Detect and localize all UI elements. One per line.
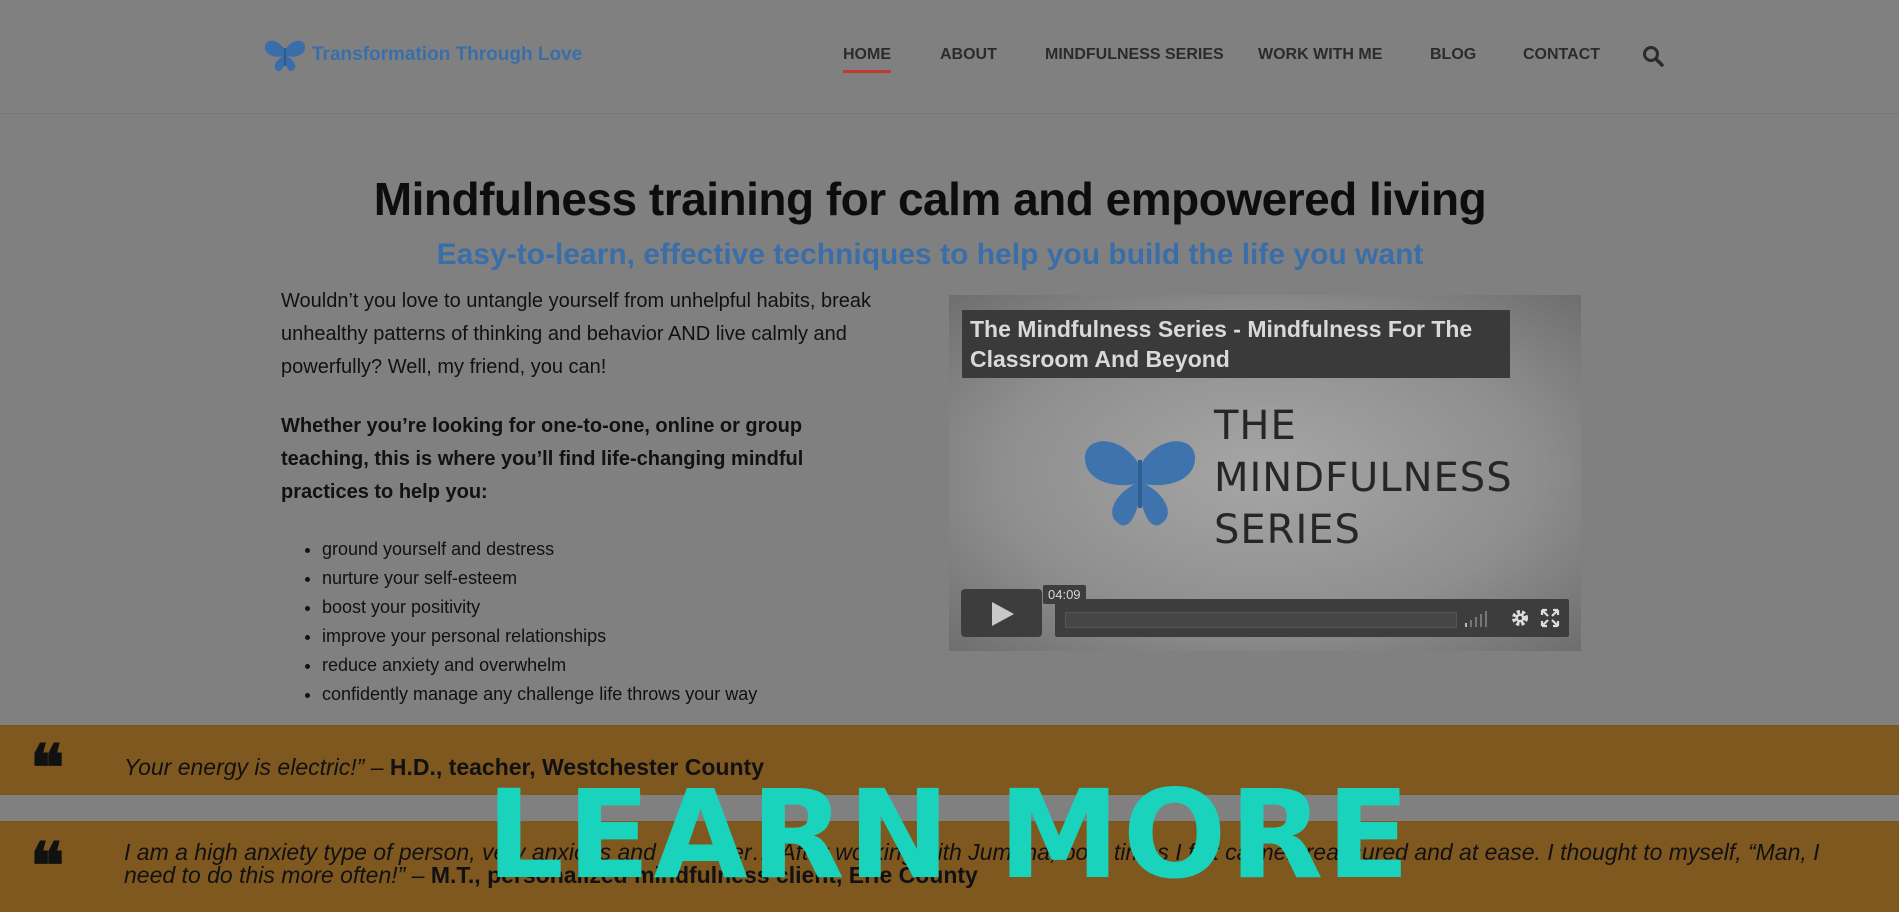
progress-bar[interactable] bbox=[1065, 612, 1457, 628]
benefit-item: ground yourself and destress bbox=[322, 535, 757, 564]
video-brand-line: MINDFULNESS bbox=[1214, 455, 1513, 501]
nav-about[interactable]: ABOUT bbox=[940, 46, 997, 64]
site-logo[interactable]: Transformation Through Love bbox=[262, 36, 582, 74]
volume-icon[interactable] bbox=[1463, 609, 1493, 627]
learn-more-button[interactable]: LEARN MORE bbox=[0, 770, 1899, 900]
play-button[interactable] bbox=[961, 589, 1042, 637]
benefit-item: nurture your self-esteem bbox=[322, 564, 757, 593]
nav-contact[interactable]: CONTACT bbox=[1523, 46, 1600, 64]
video-title[interactable]: The Mindfulness Series - Mindfulness For… bbox=[962, 310, 1510, 378]
benefits-list: ground yourself and destress nurture you… bbox=[298, 535, 757, 709]
nav-work-with-me[interactable]: WORK WITH ME bbox=[1258, 46, 1382, 64]
video-brand-line: SERIES bbox=[1214, 507, 1361, 553]
search-icon[interactable] bbox=[1642, 45, 1664, 67]
benefit-item: improve your personal relationships bbox=[322, 622, 757, 651]
benefit-item: boost your positivity bbox=[322, 593, 757, 622]
butterfly-icon bbox=[1084, 441, 1196, 526]
site-logo-text: Transformation Through Love bbox=[312, 44, 583, 65]
video-brand-line: THE bbox=[1214, 403, 1297, 449]
page-title: Mindfulness training for calm and empowe… bbox=[373, 173, 1487, 225]
video-player[interactable]: The Mindfulness Series - Mindfulness For… bbox=[949, 295, 1581, 651]
nav-blog[interactable]: BLOG bbox=[1430, 46, 1476, 64]
video-brand-text: THE MINDFULNESS SERIES bbox=[1214, 400, 1513, 556]
fullscreen-icon[interactable] bbox=[1540, 608, 1560, 628]
settings-gear-icon[interactable] bbox=[1510, 608, 1530, 628]
nav-home[interactable]: HOME bbox=[843, 46, 891, 73]
benefit-item: confidently manage any challenge life th… bbox=[322, 680, 757, 709]
benefit-item: reduce anxiety and overwhelm bbox=[322, 651, 757, 680]
nav-mindfulness-series[interactable]: MINDFULNESS SERIES bbox=[1045, 46, 1224, 64]
video-duration: 04:09 bbox=[1043, 585, 1086, 604]
butterfly-logo-icon bbox=[264, 40, 306, 72]
video-controls-bar bbox=[1055, 599, 1569, 637]
page-subtitle: Easy-to-learn, effective techniques to h… bbox=[436, 238, 1424, 271]
intro-bold-paragraph: Whether you’re looking for one-to-one, o… bbox=[281, 415, 804, 503]
site-header: Transformation Through Love HOME ABOUT M… bbox=[0, 0, 1899, 114]
intro-paragraph: Wouldn’t you love to untangle yourself f… bbox=[281, 290, 871, 378]
